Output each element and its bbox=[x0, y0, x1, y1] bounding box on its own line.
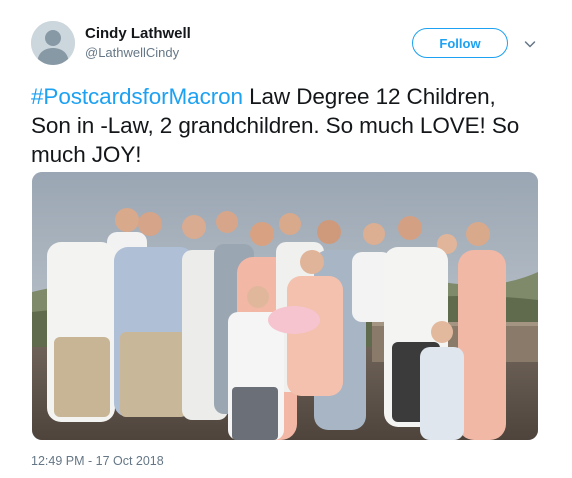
tweet-timestamp[interactable]: 12:49 PM - 17 Oct 2018 bbox=[31, 454, 164, 468]
more-options-button[interactable] bbox=[522, 36, 538, 52]
author-display-name[interactable]: Cindy Lathwell bbox=[85, 25, 191, 43]
follow-button[interactable]: Follow bbox=[412, 28, 508, 58]
hashtag-link[interactable]: #PostcardsforMacron bbox=[31, 84, 243, 109]
default-avatar-icon bbox=[31, 21, 75, 65]
tweet-text: #PostcardsforMacron Law Degree 12 Childr… bbox=[31, 82, 541, 169]
author-screen-name[interactable]: @LathwellCindy bbox=[85, 45, 179, 61]
avatar[interactable] bbox=[31, 21, 75, 65]
tweet-photo[interactable] bbox=[32, 172, 538, 440]
family-photo-image bbox=[32, 172, 538, 440]
chevron-down-icon bbox=[524, 41, 536, 48]
tweet-card: Cindy Lathwell @LathwellCindy Follow #Po… bbox=[0, 0, 572, 478]
